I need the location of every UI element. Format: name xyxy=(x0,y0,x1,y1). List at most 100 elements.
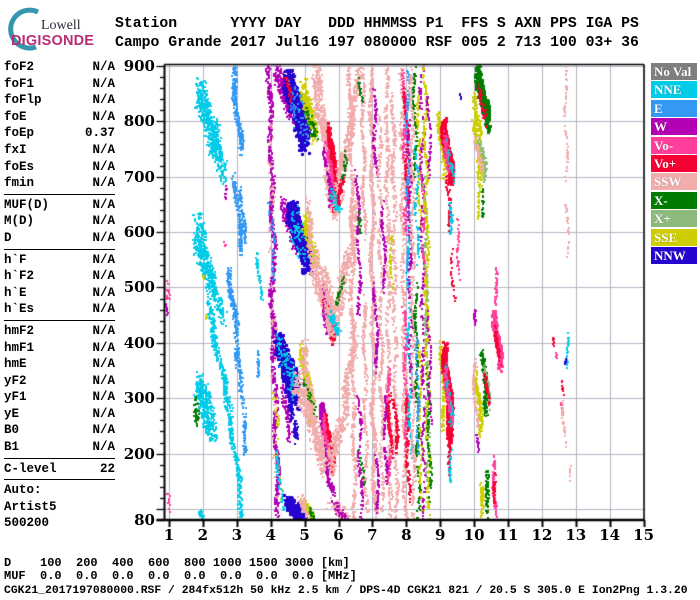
x-tick-label: 4 xyxy=(265,526,276,544)
divider xyxy=(4,319,115,321)
param-row: foEs N/A xyxy=(4,159,115,176)
param-row: h`F N/A xyxy=(4,252,115,269)
x-tick-label: 8 xyxy=(401,526,412,544)
legend-item-no-val: No Val xyxy=(651,63,697,80)
legend-item-vo+: Vo+ xyxy=(651,154,697,172)
param-label: yE xyxy=(4,406,20,421)
legend-item-e: E xyxy=(651,99,697,117)
param-row: B1 N/A xyxy=(4,439,115,456)
param-row: foE N/A xyxy=(4,109,115,126)
y-tick-label: 400 xyxy=(123,333,155,352)
param-label: foFlp xyxy=(4,93,42,108)
param-row: fmin N/A xyxy=(4,175,115,192)
param-value: N/A xyxy=(92,373,115,388)
param-row: foEp 0.37 xyxy=(4,125,115,142)
param-row: yF1 N/A xyxy=(4,389,115,406)
param-label: hmF2 xyxy=(4,323,35,338)
param-label: Auto: xyxy=(4,483,42,498)
status-line: CGK21_2017197080000.RSF / 284fx512h 50 k… xyxy=(4,585,688,597)
param-value: N/A xyxy=(92,142,115,157)
legend-item-w: W xyxy=(651,118,697,136)
param-label: hmE xyxy=(4,357,27,372)
param-row: h`E N/A xyxy=(4,285,115,302)
param-label: foEp xyxy=(4,126,35,141)
x-tick-label: 3 xyxy=(231,526,243,544)
parameter-panel: foF2 N/A foF1 N/A foFlp N/A foE N/A foEp 0.37 fxI N… xyxy=(4,59,115,532)
param-row: hmE N/A xyxy=(4,356,115,373)
param-row: yF2 N/A xyxy=(4,373,115,390)
divider xyxy=(4,457,115,459)
param-row: MUF(D) N/A xyxy=(4,197,115,214)
echo-direction-legend: No Val NNE E W Vo- Vo+ SSW X- X+ SSE NNW xyxy=(651,63,697,265)
param-value: N/A xyxy=(92,197,115,212)
param-row: hmF2 N/A xyxy=(4,323,115,340)
param-label: 500200 xyxy=(4,516,50,531)
legend-item-ssw: SSW xyxy=(651,173,697,191)
x-tick-label: 1 xyxy=(163,526,175,544)
param-row: foF1 N/A xyxy=(4,76,115,93)
y-tick-label: 800 xyxy=(123,112,155,131)
param-row: foFlp N/A xyxy=(4,92,115,109)
legend-item-nnw: NNW xyxy=(651,246,697,264)
param-label: B1 xyxy=(4,440,20,455)
legend-item-vo-: Vo- xyxy=(651,136,697,154)
y-tick-label: 500 xyxy=(123,278,155,297)
x-tick-label: 5 xyxy=(299,526,310,544)
param-label: C-level xyxy=(4,461,57,476)
param-row: foF2 N/A xyxy=(4,59,115,76)
param-row: C-level 22 xyxy=(4,461,115,478)
x-tick-label: 11 xyxy=(497,526,519,544)
param-value: N/A xyxy=(92,357,115,372)
param-row: 500200 xyxy=(4,515,115,532)
param-label: foEs xyxy=(4,159,35,174)
y-tick-label: 900 xyxy=(123,57,155,75)
param-value: N/A xyxy=(92,406,115,421)
param-value: N/A xyxy=(92,93,115,108)
param-row: h`Es N/A xyxy=(4,301,115,318)
y-tick-label: 200 xyxy=(123,444,155,463)
y-tick-label: 700 xyxy=(123,167,155,186)
param-value: N/A xyxy=(92,423,115,438)
legend-item-x-: X- xyxy=(651,191,697,209)
param-row: D N/A xyxy=(4,230,115,247)
y-tick-label: 80 xyxy=(134,511,155,530)
legend-item-x+: X+ xyxy=(651,210,697,228)
digisonde-ionogram-screen: Lowell DIGISONDE Station YYYY DAY DDD HH… xyxy=(0,0,700,600)
param-label: yF2 xyxy=(4,373,27,388)
header-station-values: Campo Grande 2017 Jul16 197 080000 RSF 0… xyxy=(115,35,639,51)
param-label: yF1 xyxy=(4,390,27,405)
param-row: Artist5 xyxy=(4,499,115,516)
param-label: Artist5 xyxy=(4,499,57,514)
param-label: D xyxy=(4,230,12,245)
logo-digisonde-text: DIGISONDE xyxy=(11,33,95,49)
param-row: hmF1 N/A xyxy=(4,340,115,357)
param-label: fmin xyxy=(4,176,35,191)
muf-row: MUF 0.0 0.0 0.0 0.0 0.0 0.0 0.0 0.0 [MHz… xyxy=(4,569,357,583)
x-tick-label: 12 xyxy=(531,526,553,544)
param-label: hmF1 xyxy=(4,340,35,355)
lowell-digisonde-logo: Lowell DIGISONDE xyxy=(4,4,114,54)
ionogram-plot xyxy=(130,56,670,536)
x-tick-label: 15 xyxy=(633,526,655,544)
param-row: M(D) N/A xyxy=(4,213,115,230)
param-value: 22 xyxy=(99,461,115,476)
param-label: B0 xyxy=(4,423,20,438)
param-label: fxI xyxy=(4,142,27,157)
legend-item-nne: NNE xyxy=(651,81,697,99)
param-label: h`E xyxy=(4,285,27,300)
param-label: foF1 xyxy=(4,76,35,91)
param-label: h`F2 xyxy=(4,269,35,284)
param-value: N/A xyxy=(92,252,115,267)
param-row: Auto: xyxy=(4,482,115,499)
param-label: M(D) xyxy=(4,214,35,229)
x-tick-label: 2 xyxy=(197,526,209,544)
param-value: N/A xyxy=(92,302,115,317)
param-label: h`Es xyxy=(4,302,35,317)
x-tick-label: 13 xyxy=(565,526,587,544)
divider xyxy=(4,479,115,481)
param-label: foF2 xyxy=(4,60,35,74)
y-tick-label: 300 xyxy=(123,389,155,408)
param-row: h`F2 N/A xyxy=(4,268,115,285)
param-label: MUF(D) xyxy=(4,197,50,212)
x-tick-label: 14 xyxy=(599,526,621,544)
